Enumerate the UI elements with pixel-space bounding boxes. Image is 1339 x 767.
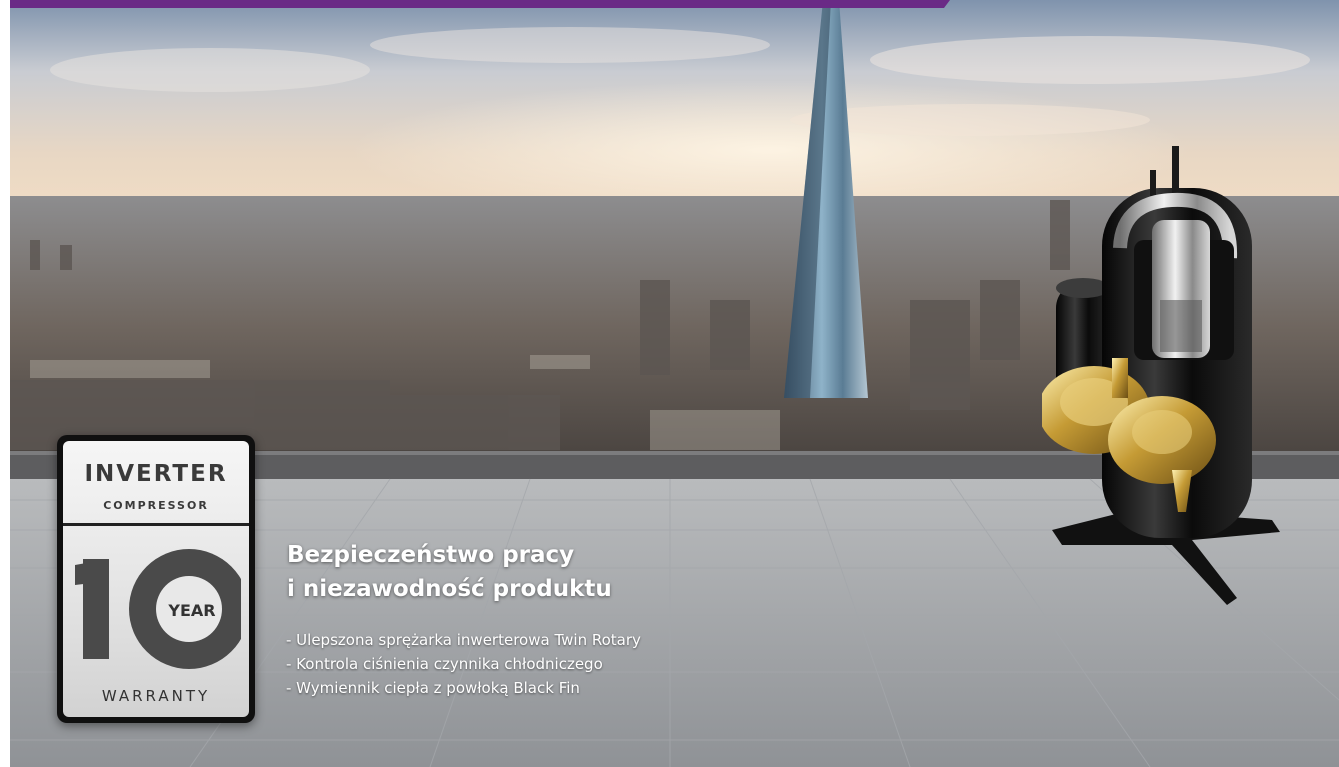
hero-banner: INVERTER COMPRESSOR YEAR WARRANTY Bezpie…	[10, 0, 1339, 767]
inverter-warranty-badge: INVERTER COMPRESSOR YEAR WARRANTY	[57, 435, 255, 723]
headline-line-2: i niezawodność produktu	[287, 576, 612, 602]
badge-title: INVERTER	[84, 461, 228, 487]
badge-divider	[63, 523, 249, 526]
badge-year-label: YEAR	[168, 601, 216, 620]
headline-line-1: Bezpieczeństwo pracy	[287, 542, 575, 568]
feature-item: - Ulepszona sprężarka inwerterowa Twin R…	[286, 631, 641, 649]
top-accent-bar	[10, 0, 950, 8]
twin-rotary-compressor-image	[1042, 146, 1280, 605]
feature-item: - Kontrola ciśnienia czynnika chłodnicze…	[286, 655, 603, 673]
badge-subtitle: COMPRESSOR	[103, 499, 209, 512]
headline: Bezpieczeństwo pracy i niezawodność prod…	[287, 538, 612, 606]
feature-list: - Ulepszona sprężarka inwerterowa Twin R…	[286, 628, 641, 700]
badge-warranty-label: WARRANTY	[101, 687, 211, 705]
feature-item: - Wymiennik ciepła z powłoką Black Fin	[286, 679, 580, 697]
